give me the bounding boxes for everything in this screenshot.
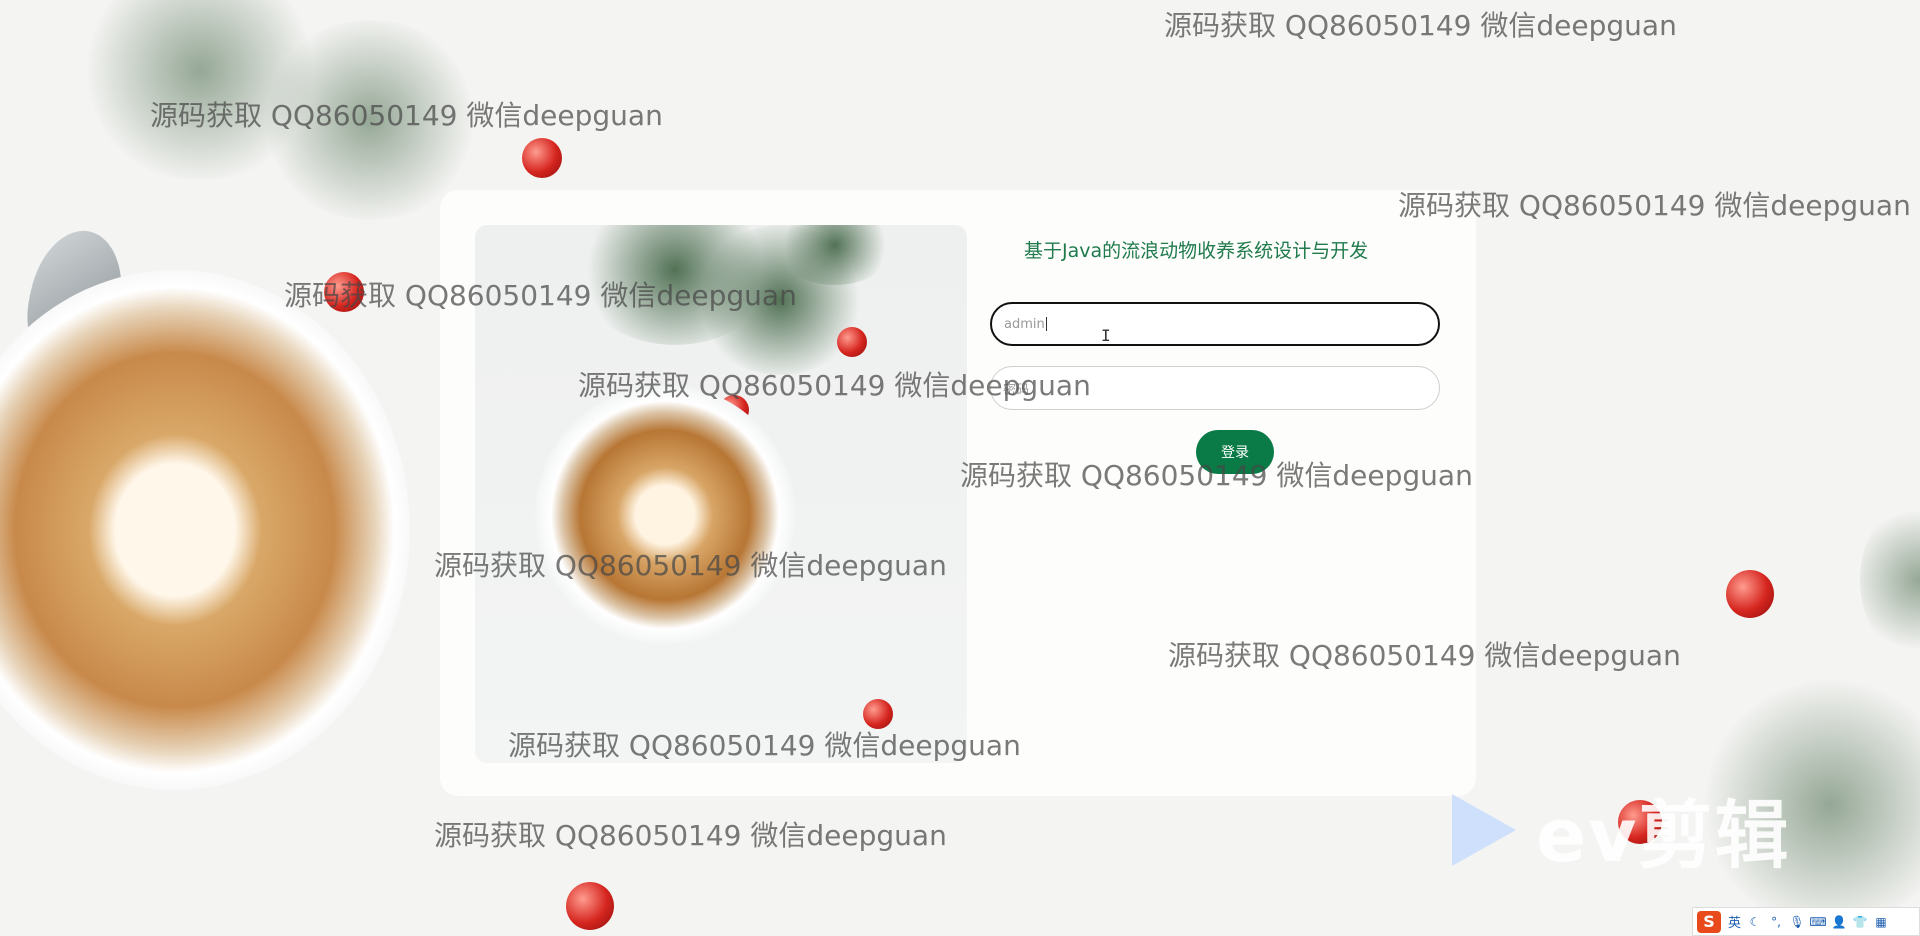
username-value: admin [1004,316,1045,332]
pine-decoration [1860,500,1920,660]
ev-logo-text: ev剪辑 [1536,793,1791,879]
watermark-text: 源码获取 QQ86050149 微信deepguan [1168,639,1681,672]
keyboard-icon[interactable]: ⌨ [1809,915,1826,929]
punctuation-icon[interactable]: °, [1769,915,1783,929]
page-title: 基于Java的流浪动物收养系统设计与开发 [1024,240,1369,262]
watermark-text: 源码获取 QQ86050149 微信deepguan [434,549,947,582]
user-icon[interactable]: 👤 [1832,915,1847,929]
berry-decoration [566,882,614,930]
watermark-text: 源码获取 QQ86050149 微信deepguan [508,729,1021,762]
berry-decoration [1726,570,1774,618]
berry-decoration [837,327,867,357]
watermark-text: 源码获取 QQ86050149 微信deepguan [150,99,663,132]
ibeam-cursor-icon: I [1101,326,1111,345]
ime-toolbar: S 英 ☾ °, 🎙 ⌨ 👤 👕 ▦ [1692,907,1920,936]
coffee-cup-decoration [0,270,410,790]
grid-icon[interactable]: ▦ [1874,915,1888,929]
watermark-text: 源码获取 QQ86050149 微信deepguan [434,819,947,852]
watermark-text: 源码获取 QQ86050149 微信deepguan [1164,9,1677,42]
text-caret [1045,317,1047,331]
watermark-text: 源码获取 QQ86050149 微信deepguan [1398,189,1911,222]
watermark-text: 源码获取 QQ86050149 微信deepguan [960,459,1473,492]
ime-mode[interactable]: 英 [1728,912,1741,931]
sogou-logo-icon[interactable]: S [1697,910,1721,933]
shirt-icon[interactable]: 👕 [1853,915,1868,929]
coffee-cup-photo [535,385,795,645]
play-icon [1452,793,1516,866]
moon-icon[interactable]: ☾ [1748,915,1762,929]
ev-logo: ev剪辑 [1452,776,1790,883]
watermark-text: 源码获取 QQ86050149 微信deepguan [578,369,1091,402]
username-input[interactable]: admin [990,302,1440,346]
microphone-icon[interactable]: 🎙 [1789,915,1804,929]
berry-decoration [522,138,562,178]
watermark-text: 源码获取 QQ86050149 微信deepguan [284,279,797,312]
